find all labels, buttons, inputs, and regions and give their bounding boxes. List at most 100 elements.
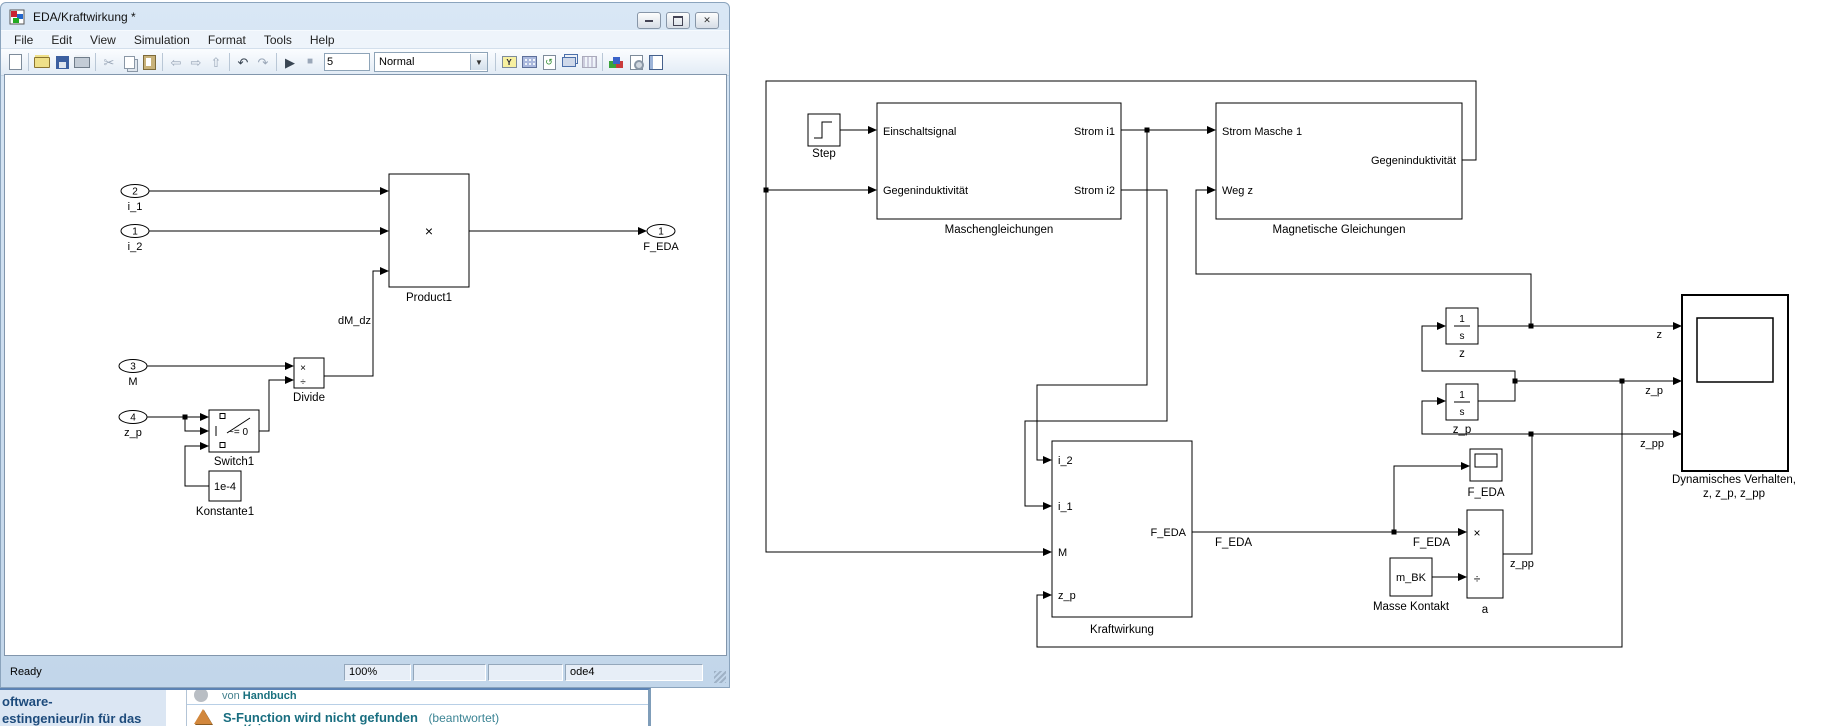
open-icon[interactable] xyxy=(32,52,52,72)
thread-row: von Handbuch xyxy=(187,688,297,702)
back-icon[interactable]: ⇦ xyxy=(166,52,186,72)
signal-label: z_pp xyxy=(1640,438,1664,450)
redo-icon[interactable]: ↷ xyxy=(253,52,273,72)
menu-simulation[interactable]: Simulation xyxy=(125,32,199,48)
model-canvas[interactable]: 2i_11i_23M4z_p×Product1×÷Divide~= 0Switc… xyxy=(4,74,727,656)
scope-screen xyxy=(1697,318,1773,382)
up-icon[interactable]: ⇧ xyxy=(206,52,226,72)
port-number: 1 xyxy=(132,227,138,238)
arrowhead xyxy=(1043,591,1052,599)
signal-label: z xyxy=(1657,329,1663,341)
title-bar[interactable]: EDA/Kraftwirkung * ✕ xyxy=(1,3,729,30)
integrator-denominator: s xyxy=(1460,331,1465,342)
block-label: Maschengleichungen xyxy=(945,224,1054,236)
status-bar: Ready 100% ode4 xyxy=(4,658,728,686)
wire xyxy=(259,380,286,431)
arrowhead xyxy=(1673,322,1682,330)
update-diagram-icon[interactable]: ↺ xyxy=(539,52,559,72)
wire xyxy=(1394,466,1462,532)
toolbar-separator xyxy=(276,53,277,71)
a-divide-block[interactable] xyxy=(1467,510,1503,598)
signal-label: F_EDA xyxy=(1215,537,1252,549)
menu-bar: FileEditViewSimulationFormatToolsHelp xyxy=(1,30,729,49)
close-button[interactable]: ✕ xyxy=(695,12,719,29)
arrowhead xyxy=(200,442,209,450)
paste-icon[interactable] xyxy=(139,52,159,72)
thread-status-badge: (beantwortet) xyxy=(428,711,499,725)
chevron-down-icon: ▼ xyxy=(470,54,487,70)
simulation-mode-select[interactable]: Normal ▼ xyxy=(374,52,488,72)
signal-label: F_EDA xyxy=(1413,537,1450,549)
menu-tools[interactable]: Tools xyxy=(255,32,301,48)
constant-value: m_BK xyxy=(1396,572,1427,584)
switch-condition: ~= 0 xyxy=(228,427,248,438)
arrowhead xyxy=(1458,528,1467,536)
resize-grip[interactable] xyxy=(714,671,726,683)
toolbar: ✂ ⇦ ⇨ ⇧ ↶ ↷ ▶ ■ Normal ▼ Y ↺ xyxy=(1,49,729,76)
arrowhead xyxy=(200,427,209,435)
switch-port-mark xyxy=(220,414,225,419)
menu-file[interactable]: File xyxy=(5,32,42,48)
divide-block[interactable] xyxy=(294,358,324,388)
display-screen xyxy=(1475,454,1497,467)
arrowhead xyxy=(1437,322,1446,330)
toolbar-separator xyxy=(229,53,230,71)
arrowhead xyxy=(380,267,389,275)
block-label: Switch1 xyxy=(214,456,254,468)
find-icon[interactable] xyxy=(626,52,646,72)
forward-icon[interactable]: ⇨ xyxy=(186,52,206,72)
debug-icon[interactable] xyxy=(606,52,626,72)
library-browser-icon[interactable]: Y xyxy=(499,52,519,72)
menu-view[interactable]: View xyxy=(81,32,125,48)
print-icon[interactable] xyxy=(72,52,92,72)
port-label: i_2 xyxy=(128,241,143,253)
build-icon[interactable] xyxy=(559,52,579,72)
save-icon[interactable] xyxy=(52,52,72,72)
model-explorer-icon[interactable] xyxy=(646,52,666,72)
cut-icon[interactable]: ✂ xyxy=(99,52,119,72)
maximize-button[interactable] xyxy=(666,12,690,29)
branch-dot xyxy=(1529,324,1534,329)
toolbar-separator xyxy=(95,53,96,71)
block-label: z xyxy=(1459,348,1465,360)
port-label: F_EDA xyxy=(1151,527,1187,539)
menu-edit[interactable]: Edit xyxy=(42,32,81,48)
arrowhead xyxy=(285,376,294,384)
divide-div-symbol: ÷ xyxy=(1474,572,1481,586)
block-label: Step xyxy=(812,148,836,160)
new-file-icon[interactable] xyxy=(5,52,25,72)
copy-icon[interactable] xyxy=(119,52,139,72)
port-label: z_p xyxy=(124,427,142,439)
model-browser-icon[interactable] xyxy=(519,52,539,72)
step-block[interactable] xyxy=(808,114,840,146)
arrowhead xyxy=(1437,397,1446,405)
menu-format[interactable]: Format xyxy=(199,32,255,48)
arrowhead xyxy=(380,227,389,235)
row-separator xyxy=(187,704,648,705)
model-browser-toggle-icon[interactable] xyxy=(579,52,599,72)
wire xyxy=(1503,436,1532,554)
arrowhead xyxy=(380,187,389,195)
toolbar-separator xyxy=(28,53,29,71)
arrowhead xyxy=(1673,430,1682,438)
port-label: Weg z xyxy=(1222,185,1253,197)
block-label: F_EDA xyxy=(1467,487,1504,499)
menu-help[interactable]: Help xyxy=(301,32,344,48)
simulation-time-input[interactable] xyxy=(324,53,370,71)
port-number: 3 xyxy=(130,362,136,373)
block-label: Product1 xyxy=(406,292,452,304)
maschengleichungen-block[interactable] xyxy=(877,103,1121,219)
matlab-logo-icon xyxy=(194,709,212,724)
close-icon: ✕ xyxy=(703,15,711,26)
status-box-empty xyxy=(488,664,563,681)
block-label: Magnetische Gleichungen xyxy=(1273,224,1406,236)
start-simulation-icon[interactable]: ▶ xyxy=(280,52,300,72)
minimize-icon xyxy=(645,20,653,22)
undo-icon[interactable]: ↶ xyxy=(233,52,253,72)
port-label: Gegeninduktivität xyxy=(883,185,968,197)
stop-simulation-icon[interactable]: ■ xyxy=(300,52,320,72)
block-label: Divide xyxy=(293,392,325,404)
forum-sidebar-text: oftware- estingenieur/in für das xyxy=(0,690,166,726)
minimize-button[interactable] xyxy=(637,12,661,29)
arrowhead xyxy=(868,186,877,194)
